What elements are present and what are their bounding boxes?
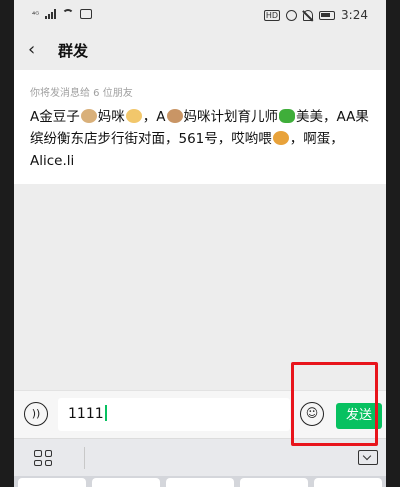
message-input[interactable]: 1111	[58, 398, 290, 431]
status-time: 3:24	[341, 8, 368, 22]
mute-icon	[303, 9, 314, 21]
recipient-count-hint: 你将发消息给 6 位朋友	[30, 88, 133, 99]
signal-icon	[45, 9, 57, 19]
recipient-name: ，A	[142, 109, 166, 125]
recipient-name: 妈咪计划育儿师	[183, 109, 279, 125]
network-type-indicator: ⁴ᴳ	[32, 9, 40, 19]
dog-face-emoji-icon	[80, 109, 97, 123]
message-input-value: 1111	[68, 406, 104, 422]
text-caret	[104, 405, 107, 421]
highlight-annotation	[291, 362, 378, 446]
back-arrow-icon[interactable]: ‹	[28, 41, 35, 59]
recipient-name: A金豆子	[30, 109, 80, 125]
battery-icon	[319, 10, 336, 20]
four-leaf-clover-emoji-icon	[279, 109, 295, 123]
notification-icon	[80, 9, 93, 19]
monkey-face-emoji-icon	[166, 109, 183, 123]
wifi-icon	[62, 9, 75, 19]
lion-face-emoji-icon	[272, 131, 289, 145]
alarm-icon	[286, 9, 298, 21]
hd-badge: HD	[263, 9, 281, 21]
recipient-card: 你将发消息给 6 位朋友 A金豆子 妈咪 ，A 妈咪计划育儿师 美美，AA果缤纷衡东店步…	[14, 70, 386, 184]
recipient-name: 妈咪	[97, 109, 125, 125]
recipient-list: A金豆子 妈咪 ，A 妈咪计划育儿师 美美，AA果缤纷衡东店步行街对面，561号，哎哟喂…	[30, 106, 370, 172]
status-right: HD 3:24	[263, 8, 368, 22]
woman-emoji-icon	[125, 109, 142, 123]
status-bar: ⁴ᴳ HD 3:24	[14, 0, 386, 30]
grid-icon[interactable]	[34, 450, 52, 466]
page-title: 群发	[58, 42, 89, 60]
keyboard-keys-row	[14, 476, 386, 487]
toolbar-divider	[84, 447, 85, 469]
title-bar: ‹ 群发	[14, 30, 386, 70]
status-left: ⁴ᴳ	[32, 9, 93, 19]
keyboard-hide-icon[interactable]	[358, 450, 378, 465]
voice-icon[interactable]: ))	[24, 402, 48, 426]
